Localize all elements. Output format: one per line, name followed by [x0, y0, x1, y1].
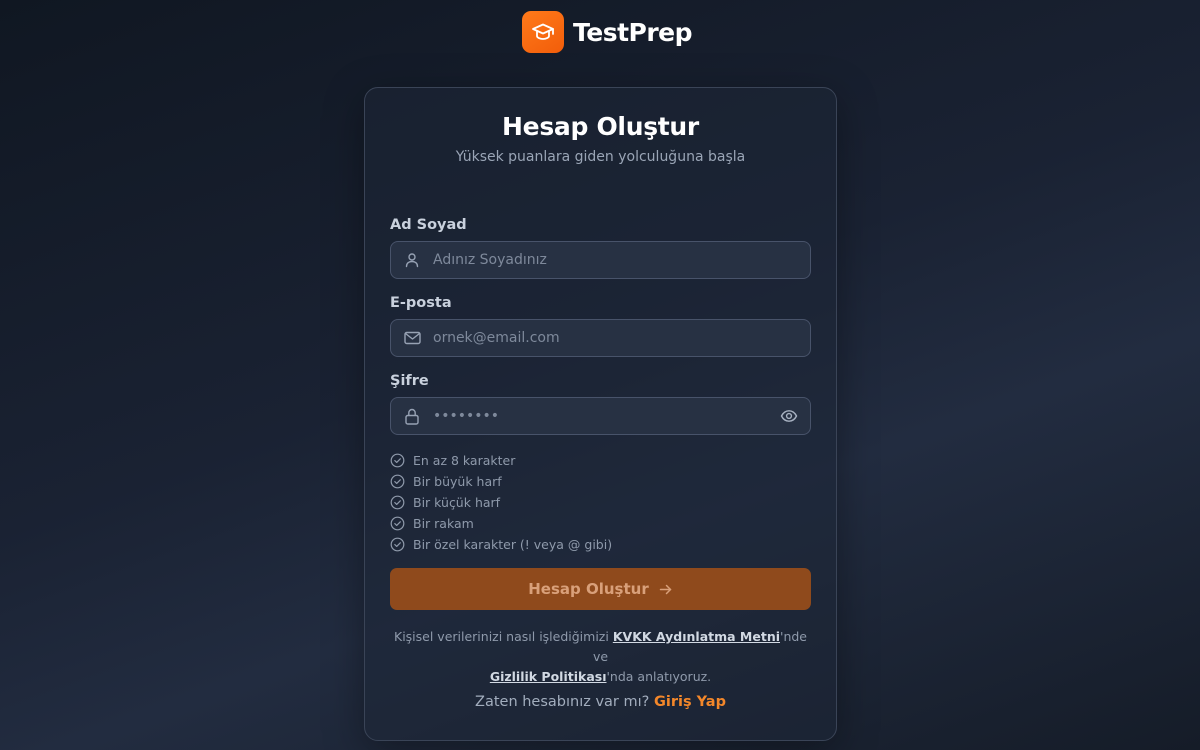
mail-icon [391, 331, 433, 345]
requirement-item: Bir küçük harf [390, 492, 612, 513]
password-input[interactable] [433, 398, 763, 434]
requirement-item: Bir büyük harf [390, 471, 612, 492]
page-subtitle: Yüksek puanlara giden yolculuğuna başla [455, 149, 746, 165]
email-input[interactable] [433, 320, 763, 356]
password-input-box [390, 397, 811, 435]
check-circle-icon [390, 453, 405, 468]
check-circle-icon [390, 495, 405, 510]
signup-card: Hesap Oluştur Yüksek puanlara giden yolc… [364, 87, 837, 741]
brand-name: TestPrep [573, 17, 693, 47]
requirement-item: Bir rakam [390, 513, 612, 534]
email-field-label: E-posta [390, 295, 452, 311]
page-title: Hesap Oluştur [502, 112, 699, 141]
email-field-group: E-posta [390, 295, 811, 357]
user-icon [391, 252, 433, 268]
legal-prefix: Kişisel verilerinizi nasıl işlediğimizi [394, 629, 613, 644]
arrow-right-icon [658, 582, 673, 597]
kvkk-link[interactable]: KVKK Aydınlatma Metni [613, 629, 780, 644]
requirement-text: Bir rakam [413, 516, 474, 531]
graduation-cap-icon [522, 11, 564, 53]
requirement-text: Bir büyük harf [413, 474, 502, 489]
password-field-label: Şifre [390, 373, 429, 389]
name-input-box [390, 241, 811, 279]
requirement-text: En az 8 karakter [413, 453, 516, 468]
login-link[interactable]: Giriş Yap [654, 694, 726, 710]
lock-icon [391, 408, 433, 425]
login-prompt-line: Zaten hesabınız var mı? Giriş Yap [390, 694, 811, 710]
privacy-policy-link[interactable]: Gizlilik Politikası [490, 669, 607, 684]
create-account-label: Hesap Oluştur [528, 580, 649, 598]
requirement-text: Bir küçük harf [413, 495, 501, 510]
name-field-label: Ad Soyad [390, 217, 467, 233]
legal-notice: Kişisel verilerinizi nasıl işlediğimizi … [390, 627, 811, 687]
create-account-button[interactable]: Hesap Oluştur [390, 568, 811, 610]
check-circle-icon [390, 516, 405, 531]
requirement-item: Bir özel karakter (! veya @ gibi) [390, 534, 612, 555]
email-input-box [390, 319, 811, 357]
check-circle-icon [390, 474, 405, 489]
requirement-text: Bir özel karakter (! veya @ gibi) [413, 537, 613, 552]
check-circle-icon [390, 537, 405, 552]
legal-suffix: 'nda anlatıyoruz. [606, 669, 712, 684]
name-input[interactable] [433, 242, 763, 278]
requirement-item: En az 8 karakter [390, 450, 612, 471]
login-prompt: Zaten hesabınız var mı? [475, 694, 650, 710]
password-field-group: Şifre [390, 373, 811, 435]
brand[interactable]: TestPrep [522, 11, 693, 53]
password-requirements: En az 8 karakter Bir büyük harf Bir küçü… [390, 450, 612, 555]
eye-icon[interactable] [780, 407, 798, 425]
name-field-group: Ad Soyad [390, 217, 811, 279]
